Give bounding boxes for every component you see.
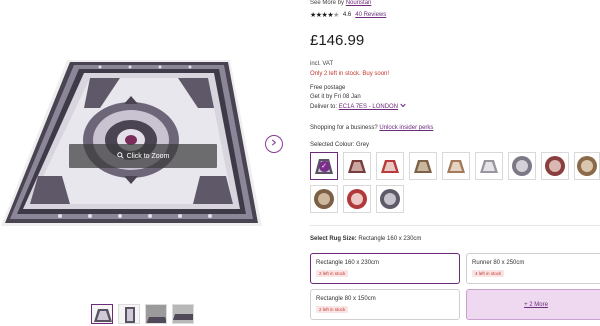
see-more-prefix: See More by bbox=[310, 0, 345, 6]
swatch-red-rect[interactable] bbox=[343, 152, 371, 180]
product-gallery: Click to Zoom bbox=[0, 0, 300, 326]
postage-info: Free postage bbox=[310, 85, 346, 91]
thumbnail-3[interactable] bbox=[145, 304, 167, 324]
delivery-date: Get it by Fri 08 Jan bbox=[310, 94, 361, 100]
zoom-label: Click to Zoom bbox=[126, 152, 170, 160]
check-icon: ✓ bbox=[318, 160, 330, 172]
deliver-prefix: Deliver to: bbox=[310, 104, 338, 110]
business-prompt: Shopping for a business? Unlock insider … bbox=[310, 125, 433, 131]
stock-warning: Only 2 left in stock. Buy soon! bbox=[310, 71, 390, 77]
select-size-label: Select Rug Size: Rectangle 160 x 230cm bbox=[310, 236, 421, 242]
reviews-link[interactable]: 40 Reviews bbox=[355, 12, 386, 18]
swatch-round-grey[interactable] bbox=[508, 152, 536, 180]
stock-badge: 2 left in stock bbox=[316, 306, 349, 313]
size-option-rectangle-160x230[interactable]: Rectangle 160 x 230cm 2 left in stock bbox=[310, 253, 460, 284]
price: £146.99 bbox=[310, 32, 365, 49]
rating-row: ★★★★★ 4.6 40 Reviews bbox=[310, 11, 386, 19]
colour-selected-value: Grey bbox=[356, 142, 370, 148]
size-label-prefix: Select Rug Size: bbox=[310, 236, 357, 242]
stock-badge: 2 left in stock bbox=[316, 270, 349, 277]
rating-value: 4.6 bbox=[342, 12, 352, 18]
chevron-right-icon bbox=[271, 139, 277, 149]
size-option-name: Runner 80 x 250cm bbox=[472, 260, 525, 266]
colour-label-prefix: Selected Colour: bbox=[310, 142, 355, 148]
swatch-round-brown-2[interactable] bbox=[310, 185, 338, 213]
see-more-by: See More by Nouristan bbox=[310, 0, 371, 6]
thumbnail-4[interactable] bbox=[172, 304, 194, 324]
swatch-beige[interactable] bbox=[442, 152, 470, 180]
size-option-name: Rectangle 80 x 150cm bbox=[316, 296, 376, 302]
delivery-location-link[interactable]: EC1A 7ES - LONDON bbox=[339, 104, 398, 110]
swatch-grey[interactable]: ✓ bbox=[310, 152, 338, 180]
size-option-runner-80x250[interactable]: Runner 80 x 250cm 4 left in stock bbox=[466, 253, 600, 284]
deliver-to: Deliver to: EC1A 7ES - LONDON bbox=[310, 103, 406, 110]
swatch-round-red-2[interactable] bbox=[343, 185, 371, 213]
magnifier-icon bbox=[116, 151, 124, 161]
size-option-name: Rectangle 160 x 230cm bbox=[316, 260, 380, 266]
more-sizes-button[interactable]: + 2 More bbox=[466, 289, 600, 320]
stock-badge: 4 left in stock bbox=[472, 270, 505, 277]
size-option-rectangle-80x150[interactable]: Rectangle 80 x 150cm 2 left in stock bbox=[310, 289, 460, 320]
thumbnail-1[interactable] bbox=[91, 304, 113, 324]
swatch-round-brown[interactable] bbox=[574, 152, 600, 180]
product-details: See More by Nouristan ★★★★★ 4.6 40 Revie… bbox=[310, 0, 600, 326]
section-divider bbox=[310, 225, 600, 226]
thumbnail-strip bbox=[91, 304, 194, 324]
brand-link[interactable]: Nouristan bbox=[346, 0, 372, 6]
star-rating-icon: ★★★★★ bbox=[310, 12, 339, 19]
swatch-light-grey[interactable] bbox=[475, 152, 503, 180]
swatch-red[interactable] bbox=[376, 152, 404, 180]
chevron-down-icon[interactable] bbox=[400, 103, 406, 110]
swatch-brown[interactable] bbox=[409, 152, 437, 180]
business-prefix: Shopping for a business? bbox=[310, 125, 378, 131]
next-image-button[interactable] bbox=[265, 135, 283, 153]
vat-note: incl. VAT bbox=[310, 61, 334, 67]
insider-perks-link[interactable]: Unlock insider perks bbox=[379, 125, 433, 131]
swatch-round-grey-2[interactable] bbox=[376, 185, 404, 213]
thumbnail-2[interactable] bbox=[118, 304, 140, 324]
size-selected-value: Rectangle 160 x 230cm bbox=[358, 236, 422, 242]
swatch-round-red[interactable] bbox=[541, 152, 569, 180]
click-to-zoom-overlay[interactable]: Click to Zoom bbox=[69, 144, 217, 168]
selected-colour-label: Selected Colour: Grey bbox=[310, 142, 369, 148]
